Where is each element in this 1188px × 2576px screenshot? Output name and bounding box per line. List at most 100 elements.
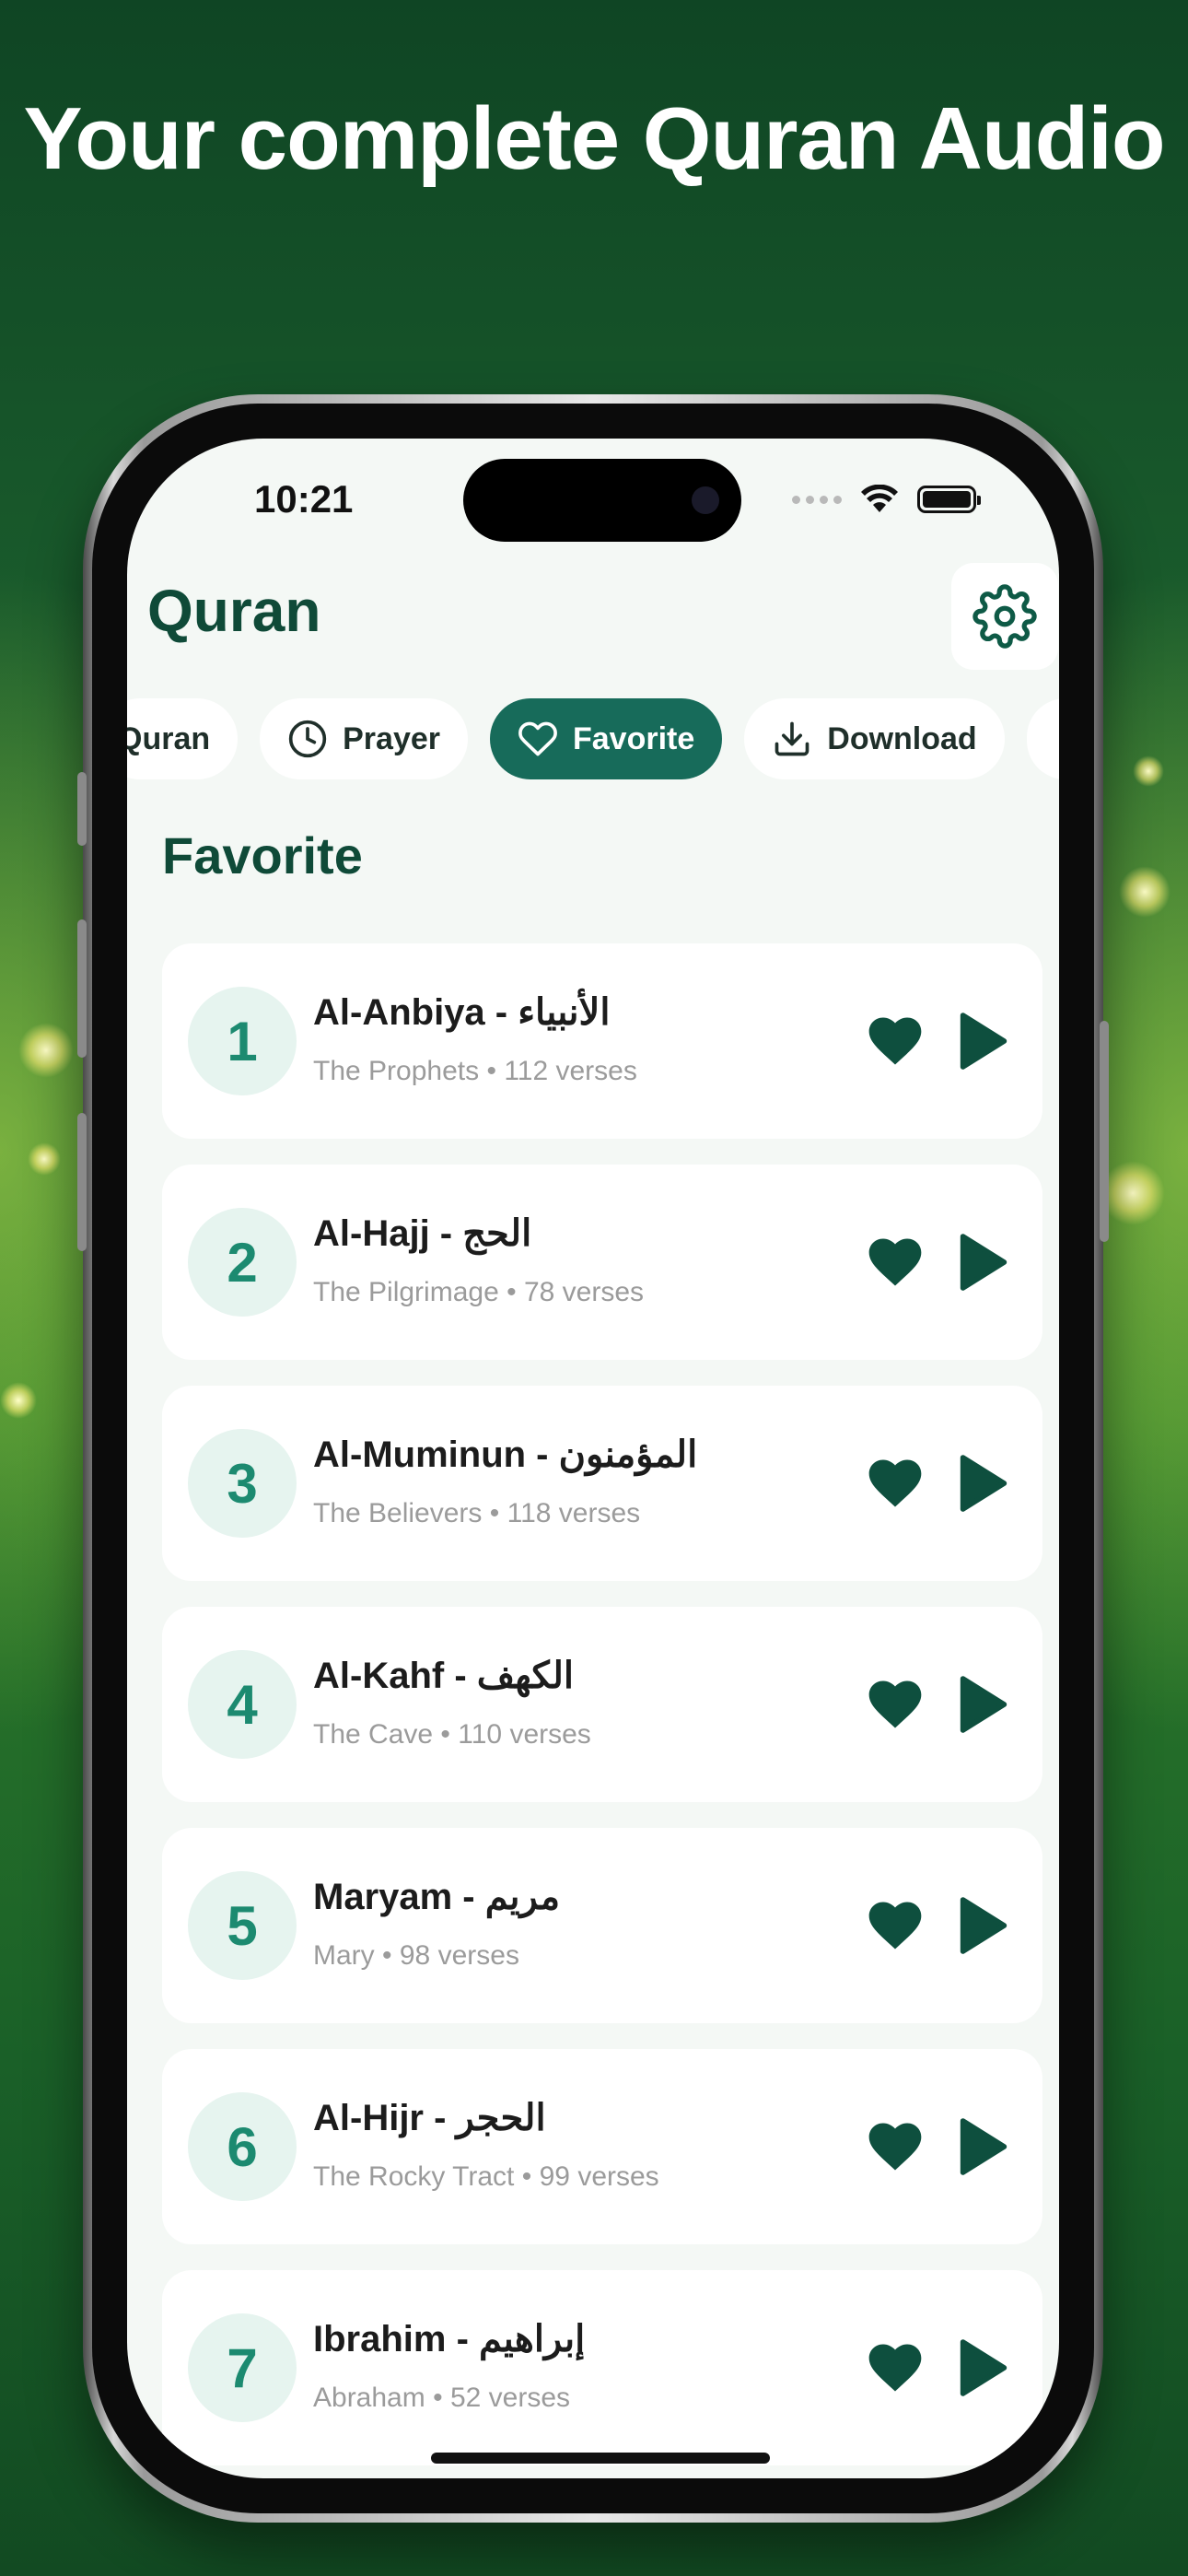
surah-verses: 112 verses bbox=[504, 1056, 637, 1086]
surah-number: 7 bbox=[188, 2313, 297, 2422]
surah-card[interactable]: 1 Al-Anbiya - الأنبياء The Prophets • 112 … bbox=[162, 943, 1042, 1139]
favorite-heart-button[interactable] bbox=[864, 1673, 926, 1740]
surah-subtitle: The Believers • 118 verses bbox=[313, 1498, 640, 1529]
play-icon bbox=[958, 1234, 1009, 1297]
app-title: Quran bbox=[147, 578, 321, 644]
tab-label: Prayer bbox=[343, 720, 440, 756]
surah-name: Maryam - مريم bbox=[313, 1877, 560, 1917]
tab-label: Quran bbox=[127, 720, 211, 756]
favorite-heart-button[interactable] bbox=[864, 1231, 926, 1298]
heart-filled-icon bbox=[864, 1238, 926, 1297]
surah-meaning: The Believers bbox=[313, 1498, 483, 1528]
dynamic-island bbox=[463, 459, 741, 542]
surah-card[interactable]: 6 Al-Hijr - الحجر The Rocky Tract • 99 ver… bbox=[162, 2049, 1042, 2244]
separator: • bbox=[433, 2383, 443, 2413]
favorite-heart-button[interactable] bbox=[864, 2336, 926, 2404]
home-indicator[interactable] bbox=[431, 2453, 770, 2464]
status-icons bbox=[792, 485, 981, 514]
gear-icon bbox=[973, 584, 1037, 649]
heart-filled-icon bbox=[864, 2344, 926, 2403]
surah-card[interactable]: 5 Maryam - مريم Mary • 98 verses bbox=[162, 1828, 1042, 2023]
tab-mosque[interactable] bbox=[1026, 698, 1059, 779]
separator: • bbox=[486, 1056, 496, 1086]
play-icon bbox=[958, 1897, 1009, 1961]
tab-download[interactable]: Download bbox=[744, 698, 1005, 779]
sparkle-decoration bbox=[28, 1142, 61, 1176]
surah-name: Al-Hijr - الحجر bbox=[313, 2098, 546, 2138]
play-button[interactable] bbox=[958, 1452, 1009, 1519]
surah-meaning: The Prophets bbox=[313, 1056, 480, 1086]
phone-side-button bbox=[77, 772, 87, 846]
surah-number: 5 bbox=[188, 1871, 297, 1980]
surah-subtitle: Mary • 98 verses bbox=[313, 1940, 519, 1972]
surah-subtitle: The Prophets • 112 verses bbox=[313, 1056, 637, 1087]
play-button[interactable] bbox=[958, 1673, 1009, 1740]
heart-outline-icon bbox=[518, 721, 557, 756]
camera-icon bbox=[692, 486, 719, 514]
play-button[interactable] bbox=[958, 1894, 1009, 1961]
separator: • bbox=[489, 1498, 500, 1528]
headline: Your complete Quran Audio bbox=[23, 89, 1165, 188]
sparkle-decoration bbox=[1133, 755, 1164, 787]
tab-label: Download bbox=[827, 720, 977, 756]
surah-verses: 110 verses bbox=[458, 1719, 591, 1750]
surah-number: 2 bbox=[188, 1208, 297, 1317]
surah-card[interactable]: 3 Al-Muminun - المؤمنون The Believers • 11… bbox=[162, 1386, 1042, 1581]
surah-meaning: The Cave bbox=[313, 1719, 434, 1750]
section-title: Favorite bbox=[162, 826, 363, 884]
heart-filled-icon bbox=[864, 1680, 926, 1739]
surah-card[interactable]: 2 Al-Hajj - الحج The Pilgrimage • 78 verse… bbox=[162, 1165, 1042, 1360]
tab-prayer[interactable]: Prayer bbox=[260, 698, 468, 779]
tab-label: Favorite bbox=[573, 720, 695, 756]
signal-dots-icon bbox=[792, 495, 842, 504]
play-button[interactable] bbox=[958, 2115, 1009, 2183]
surah-verses: 99 verses bbox=[539, 2161, 659, 2192]
surah-card[interactable]: 7 Ibrahim - إبراهيم Abraham • 52 verses bbox=[162, 2270, 1042, 2465]
separator: • bbox=[440, 1719, 450, 1750]
heart-filled-icon bbox=[864, 2123, 926, 2182]
clock-icon bbox=[288, 720, 327, 758]
surah-number: 1 bbox=[188, 987, 297, 1095]
play-button[interactable] bbox=[958, 1231, 1009, 1298]
surah-name: Ibrahim - إبراهيم bbox=[313, 2319, 586, 2359]
battery-icon bbox=[917, 486, 981, 513]
separator: • bbox=[382, 1940, 392, 1971]
play-icon bbox=[958, 2118, 1009, 2182]
favorite-heart-button[interactable] bbox=[864, 1894, 926, 1961]
phone-side-button bbox=[77, 919, 87, 1058]
surah-meaning: The Pilgrimage bbox=[313, 1277, 499, 1307]
tab-bar: Quran Prayer Favorite Download bbox=[127, 698, 1059, 779]
heart-filled-icon bbox=[864, 1017, 926, 1076]
settings-button[interactable] bbox=[951, 563, 1058, 670]
surah-name: Al-Kahf - الكهف bbox=[313, 1656, 574, 1696]
surah-number: 6 bbox=[188, 2092, 297, 2201]
heart-filled-icon bbox=[864, 1459, 926, 1518]
surah-verses: 52 verses bbox=[449, 2383, 571, 2413]
surah-card[interactable]: 4 Al-Kahf - الكهف The Cave • 110 verses bbox=[162, 1607, 1042, 1802]
phone-side-button bbox=[1100, 1021, 1109, 1242]
play-icon bbox=[958, 1676, 1009, 1739]
surah-subtitle: The Pilgrimage • 78 verses bbox=[313, 1277, 644, 1308]
sparkle-decoration bbox=[1119, 866, 1171, 918]
play-icon bbox=[958, 2339, 1009, 2403]
surah-meaning: Mary bbox=[313, 1940, 375, 1971]
surah-number: 4 bbox=[188, 1650, 297, 1759]
phone-side-button bbox=[77, 1113, 87, 1251]
surah-name: Al-Anbiya - الأنبياء bbox=[313, 992, 611, 1033]
play-icon bbox=[958, 1013, 1009, 1076]
status-time: 10:21 bbox=[254, 477, 354, 521]
favorite-heart-button[interactable] bbox=[864, 1452, 926, 1519]
surah-name: Al-Muminun - المؤمنون bbox=[313, 1434, 698, 1475]
separator: • bbox=[521, 2161, 532, 2192]
surah-name: Al-Hajj - الحج bbox=[313, 1213, 532, 1254]
favorite-heart-button[interactable] bbox=[864, 2115, 926, 2183]
app-screen: 10:21 Quran Quran Prayer Favorite Downlo… bbox=[127, 439, 1059, 2478]
favorite-heart-button[interactable] bbox=[864, 1010, 926, 1077]
play-button[interactable] bbox=[958, 2336, 1009, 2404]
mosque-icon bbox=[1054, 719, 1059, 759]
tab-favorite[interactable]: Favorite bbox=[490, 698, 723, 779]
play-button[interactable] bbox=[958, 1010, 1009, 1077]
surah-subtitle: The Cave • 110 verses bbox=[313, 1719, 591, 1751]
tab-quran[interactable]: Quran bbox=[127, 698, 239, 779]
surah-subtitle: Abraham • 52 verses bbox=[313, 2383, 570, 2414]
